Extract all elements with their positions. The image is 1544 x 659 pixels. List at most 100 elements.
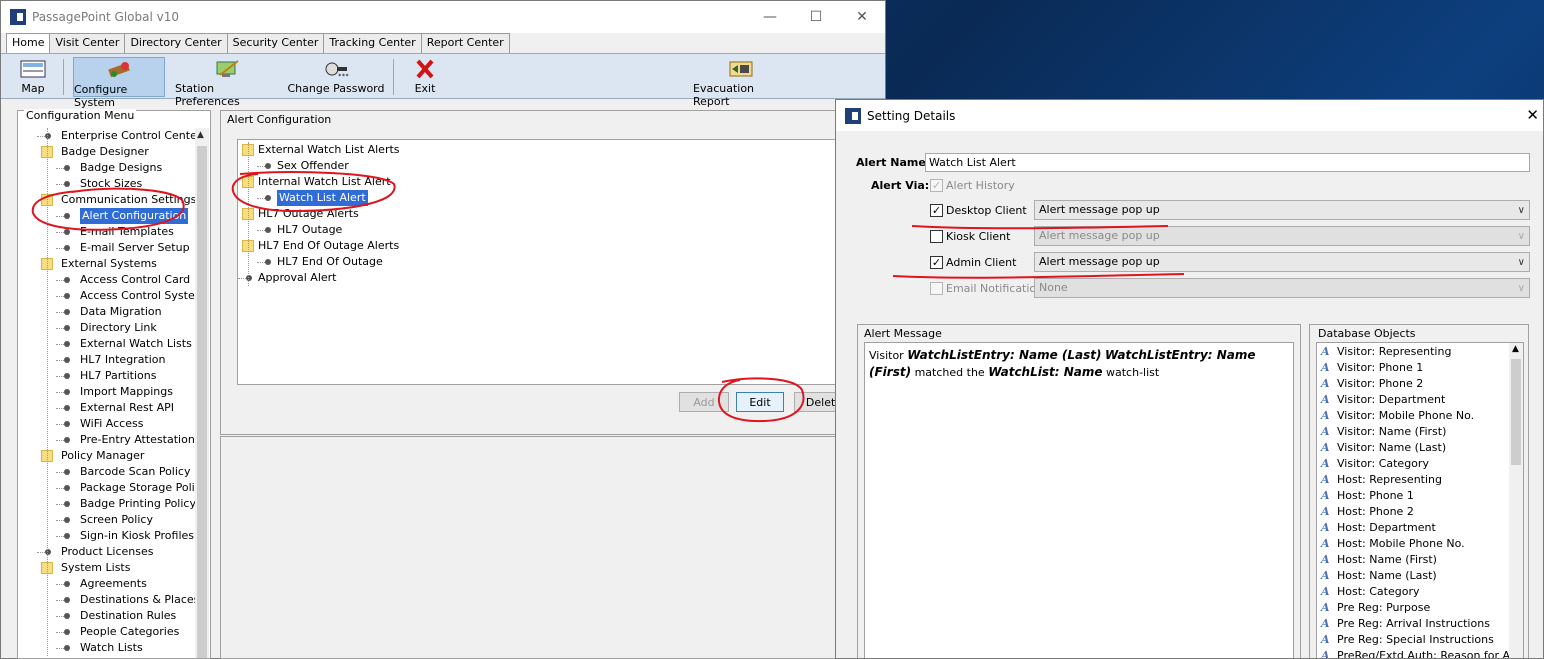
db-object-item[interactable]: A Host: Phone 2 bbox=[1321, 504, 1414, 520]
change-password-button[interactable]: *** Change Password bbox=[287, 57, 385, 97]
db-object-item[interactable]: A Visitor: Name (First) bbox=[1321, 424, 1446, 440]
tree-item-wifi-access[interactable]: WiFi Access bbox=[21, 416, 207, 432]
tree-item-sex-offender[interactable]: Sex Offender bbox=[238, 158, 876, 174]
db-object-item[interactable]: A Visitor: Name (Last) bbox=[1321, 440, 1446, 456]
tab-security-center[interactable]: Security Center bbox=[226, 33, 325, 53]
tree-item-internal-watch-list-alert[interactable]: Internal Watch List Alert bbox=[238, 174, 876, 190]
message-token: WatchList: Name bbox=[988, 365, 1103, 379]
db-object-item[interactable]: A Visitor: Phone 2 bbox=[1321, 376, 1423, 392]
tree-item-directory-link[interactable]: Directory Link bbox=[21, 320, 207, 336]
tree-item-sign-in-kiosk-profiles[interactable]: Sign-in Kiosk Profiles bbox=[21, 528, 207, 544]
scroll-thumb[interactable] bbox=[197, 146, 207, 658]
tree-item-screen-policy[interactable]: Screen Policy bbox=[21, 512, 207, 528]
tree-item-label: Directory Link bbox=[80, 321, 157, 334]
station-preferences-button[interactable]: Station Preferences bbox=[175, 57, 279, 108]
tree-item-external-rest-api[interactable]: External Rest API bbox=[21, 400, 207, 416]
tree-item-badge-printing-policy[interactable]: Badge Printing Policy bbox=[21, 496, 207, 512]
tree-item-external-systems[interactable]: External Systems bbox=[21, 256, 207, 272]
admin-client-select[interactable]: Alert message pop up ∨ bbox=[1034, 252, 1530, 272]
tree-item-label: People Categories bbox=[80, 625, 180, 638]
db-object-item[interactable]: A Visitor: Department bbox=[1321, 392, 1445, 408]
tab-home[interactable]: Home bbox=[6, 33, 51, 53]
tree-item-hl7-integration[interactable]: HL7 Integration bbox=[21, 352, 207, 368]
tree-item-watch-list-alert[interactable]: Watch List Alert bbox=[238, 190, 876, 206]
exit-button[interactable]: Exit bbox=[405, 57, 445, 97]
tree-item-destinations-places[interactable]: Destinations & Places bbox=[21, 592, 207, 608]
scroll-thumb[interactable] bbox=[1511, 359, 1521, 465]
alert-name-input[interactable]: Watch List Alert bbox=[925, 153, 1530, 172]
tree-item-hl7-partitions[interactable]: HL7 Partitions bbox=[21, 368, 207, 384]
db-object-item[interactable]: A Pre Reg: Special Instructions bbox=[1321, 632, 1494, 648]
db-object-item[interactable]: A Visitor: Representing bbox=[1321, 344, 1451, 360]
db-object-item[interactable]: A Visitor: Mobile Phone No. bbox=[1321, 408, 1474, 424]
db-object-item[interactable]: A Host: Name (Last) bbox=[1321, 568, 1437, 584]
tree-item-external-watch-lists[interactable]: External Watch Lists bbox=[21, 336, 207, 352]
alert-message-title: Alert Message bbox=[864, 327, 942, 340]
tab-tracking-center[interactable]: Tracking Center bbox=[323, 33, 422, 53]
tree-item-data-migration[interactable]: Data Migration bbox=[21, 304, 207, 320]
scroll-up-icon[interactable]: ▲ bbox=[197, 130, 204, 140]
tree-item-product-licenses[interactable]: Product Licenses bbox=[21, 544, 207, 560]
field-icon: A bbox=[1321, 345, 1330, 358]
tree-item-external-watch-list-alerts[interactable]: External Watch List Alerts bbox=[238, 142, 876, 158]
configure-system-button[interactable]: Configure System bbox=[73, 57, 165, 109]
maximize-icon[interactable]: ☐ bbox=[793, 1, 839, 33]
db-object-item[interactable]: A Host: Category bbox=[1321, 584, 1420, 600]
desktop-client-checkbox[interactable]: ✓ bbox=[930, 204, 943, 217]
admin-client-checkbox[interactable]: ✓ bbox=[930, 256, 943, 269]
tree-item-access-control-card[interactable]: Access Control Card bbox=[21, 272, 207, 288]
desktop-client-select[interactable]: Alert message pop up ∨ bbox=[1034, 200, 1530, 220]
tree-item-label: External Watch List Alerts bbox=[258, 143, 400, 156]
tab-directory-center[interactable]: Directory Center bbox=[124, 33, 228, 53]
config-menu-scrollbar[interactable]: ▲ bbox=[195, 128, 209, 658]
db-object-item[interactable]: A Pre Reg: Purpose bbox=[1321, 600, 1430, 616]
tree-item-badge-designs[interactable]: Badge Designs bbox=[21, 160, 207, 176]
tree-item-enterprise-control-center[interactable]: Enterprise Control Center bbox=[21, 128, 207, 144]
tree-item-e-mail-templates[interactable]: E-mail Templates bbox=[21, 224, 207, 240]
add-button[interactable]: Add bbox=[679, 392, 729, 412]
tree-item-alert-configuration[interactable]: Alert Configuration bbox=[21, 208, 207, 224]
tree-item-hl7-end-of-outage-alerts[interactable]: HL7 End Of Outage Alerts bbox=[238, 238, 876, 254]
tree-item-destination-rules[interactable]: Destination Rules bbox=[21, 608, 207, 624]
dialog-close-icon[interactable]: ✕ bbox=[1526, 106, 1539, 124]
tree-item-label: Destination Rules bbox=[80, 609, 177, 622]
db-object-item[interactable]: A Visitor: Category bbox=[1321, 456, 1429, 472]
db-object-item[interactable]: A PreReg/Extd Auth: Reason for App bbox=[1321, 648, 1523, 658]
tree-item-system-lists[interactable]: System Lists bbox=[21, 560, 207, 576]
db-object-item[interactable]: A Pre Reg: Arrival Instructions bbox=[1321, 616, 1490, 632]
kiosk-client-checkbox[interactable] bbox=[930, 230, 943, 243]
db-object-item[interactable]: A Host: Name (First) bbox=[1321, 552, 1437, 568]
tree-item-stock-sizes[interactable]: Stock Sizes bbox=[21, 176, 207, 192]
tree-item-hl7-outage[interactable]: HL7 Outage bbox=[238, 222, 876, 238]
tree-item-pre-entry-attestation[interactable]: Pre-Entry Attestation bbox=[21, 432, 207, 448]
tree-item-people-categories[interactable]: People Categories bbox=[21, 624, 207, 640]
evacuation-report-button[interactable]: Evacuation Report bbox=[693, 57, 789, 108]
close-icon[interactable]: ✕ bbox=[839, 1, 885, 33]
tree-item-e-mail-server-setup[interactable]: E-mail Server Setup bbox=[21, 240, 207, 256]
tab-report-center[interactable]: Report Center bbox=[420, 33, 510, 53]
db-objects-scrollbar[interactable]: ▲ bbox=[1509, 343, 1523, 658]
tree-item-badge-designer[interactable]: Badge Designer bbox=[21, 144, 207, 160]
tree-item-communication-settings[interactable]: Communication Settings bbox=[21, 192, 207, 208]
tree-item-import-mappings[interactable]: Import Mappings bbox=[21, 384, 207, 400]
db-object-item[interactable]: A Host: Representing bbox=[1321, 472, 1442, 488]
tree-item-agreements[interactable]: Agreements bbox=[21, 576, 207, 592]
tree-item-hl7-end-of-outage[interactable]: HL7 End Of Outage bbox=[238, 254, 876, 270]
db-object-item[interactable]: A Host: Phone 1 bbox=[1321, 488, 1414, 504]
db-object-item[interactable]: A Visitor: Phone 1 bbox=[1321, 360, 1423, 376]
tree-item-access-control-systems[interactable]: Access Control Systems bbox=[21, 288, 207, 304]
db-object-item[interactable]: A Host: Department bbox=[1321, 520, 1436, 536]
minimize-icon[interactable]: — bbox=[747, 1, 793, 33]
alert-message-textarea[interactable]: Visitor WatchListEntry: Name (Last) Watc… bbox=[864, 342, 1294, 658]
tree-item-barcode-scan-policy[interactable]: Barcode Scan Policy bbox=[21, 464, 207, 480]
scroll-up-icon[interactable]: ▲ bbox=[1512, 344, 1519, 354]
db-object-item[interactable]: A Host: Mobile Phone No. bbox=[1321, 536, 1465, 552]
tree-item-policy-manager[interactable]: Policy Manager bbox=[21, 448, 207, 464]
tree-item-approval-alert[interactable]: Approval Alert bbox=[238, 270, 876, 286]
tree-item-watch-lists[interactable]: Watch Lists bbox=[21, 640, 207, 656]
tab-visit-center[interactable]: Visit Center bbox=[49, 33, 126, 53]
map-button[interactable]: Map bbox=[9, 57, 57, 97]
tree-item-package-storage-policy[interactable]: Package Storage Policy bbox=[21, 480, 207, 496]
tree-item-hl7-outage-alerts[interactable]: HL7 Outage Alerts bbox=[238, 206, 876, 222]
edit-button[interactable]: Edit bbox=[736, 392, 784, 412]
